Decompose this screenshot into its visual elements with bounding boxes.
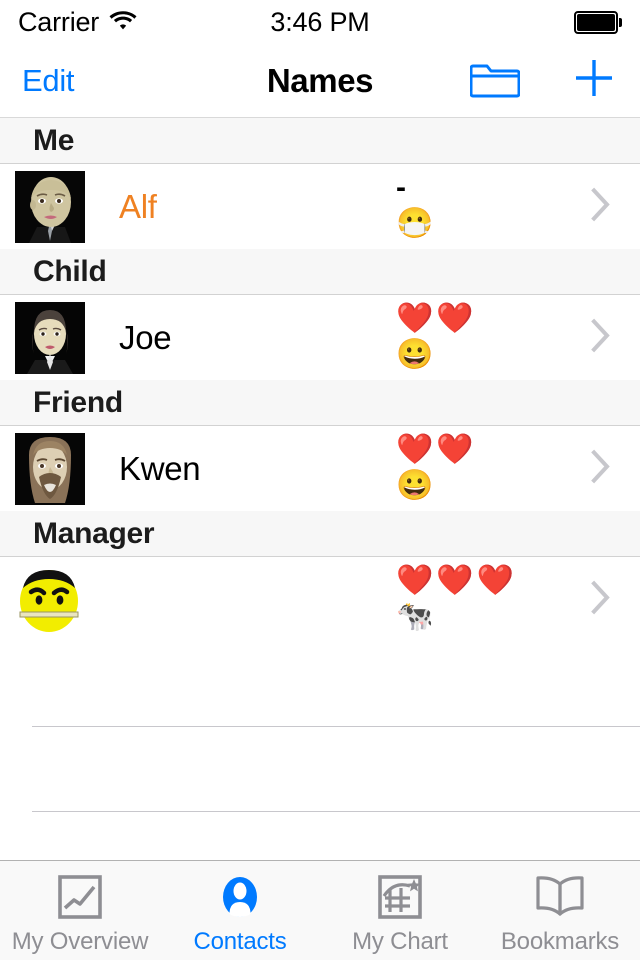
wifi-icon — [108, 9, 138, 36]
edit-button[interactable]: Edit — [22, 63, 75, 99]
contact-name: Alf — [119, 187, 157, 225]
avatar-photo-kwen — [15, 432, 85, 505]
section-header-manager: Manager — [0, 510, 640, 557]
heart-emoji: ❤️ — [476, 564, 515, 597]
empty-list-row — [0, 642, 640, 727]
chevron-right-icon — [590, 186, 612, 227]
section-title: Friend — [33, 385, 123, 419]
chart-overview-icon — [56, 872, 104, 922]
navigation-bar-actions — [469, 54, 618, 107]
app-screen: Carrier 3:46 PM Edit Names Me Alf - 😷 Ch… — [0, 0, 640, 960]
heart-emoji: ❤️ — [436, 564, 474, 597]
grinning-face-emoji: 😀 — [396, 469, 434, 502]
contact-row-alf[interactable]: Alf - 😷 — [0, 164, 640, 249]
contact-name: Kwen — [119, 449, 201, 487]
contact-indicators: ❤️ ❤️ ❤️ 🐄 — [396, 557, 514, 642]
grinning-face-emoji: 😀 — [396, 338, 434, 371]
section-title: Manager — [33, 516, 155, 550]
battery-full-icon — [574, 10, 622, 34]
tab-contacts[interactable]: Contacts — [160, 861, 320, 960]
contact-indicators: - 😷 — [396, 164, 433, 249]
section-title: Me — [33, 123, 75, 157]
tab-label: Contacts — [193, 927, 287, 955]
contact-row-manager[interactable]: ❤️ ❤️ ❤️ 🐄 — [0, 557, 640, 642]
section-header-me: Me — [0, 118, 640, 164]
carrier-label: Carrier — [18, 6, 100, 37]
chevron-right-icon — [590, 317, 612, 358]
my-chart-icon — [376, 872, 424, 922]
tab-bar: My Overview Contacts My Chart Bookmarks — [0, 860, 640, 960]
contact-name: Joe — [119, 318, 172, 356]
heart-emoji: ❤️ — [396, 564, 434, 597]
empty-list-row — [0, 727, 640, 812]
empty-list-row — [0, 812, 640, 860]
section-title: Child — [33, 254, 107, 288]
contact-row-kwen[interactable]: Kwen ❤️ ❤️ 😀 — [0, 426, 640, 511]
tab-bookmarks[interactable]: Bookmarks — [480, 861, 640, 960]
avatar-smiley-manager — [15, 564, 85, 636]
heart-rating: ❤️ ❤️ — [396, 302, 474, 336]
contacts-person-icon — [216, 872, 264, 922]
heart-emoji: ❤️ — [436, 302, 474, 335]
chevron-right-icon — [590, 579, 612, 620]
heart-emoji: ❤️ — [436, 433, 474, 466]
chevron-right-icon — [590, 448, 612, 489]
status-bar-right — [574, 10, 622, 34]
status-bar-left: Carrier — [18, 7, 138, 38]
navigation-bar: Edit Names — [0, 44, 640, 118]
cow-emoji: 🐄 — [396, 600, 434, 633]
tab-label: My Chart — [352, 927, 448, 955]
tab-my-overview[interactable]: My Overview — [0, 861, 160, 960]
section-header-friend: Friend — [0, 379, 640, 426]
folder-icon[interactable] — [469, 57, 521, 104]
contact-row-joe[interactable]: Joe ❤️ ❤️ 😀 — [0, 295, 640, 380]
heart-emoji: ❤️ — [396, 433, 434, 466]
avatar-photo-alf — [15, 170, 85, 243]
status-bar: Carrier 3:46 PM — [0, 0, 640, 44]
contacts-list[interactable]: Me Alf - 😷 Child Joe ❤️ ❤️ 😀 Friend Kwen… — [0, 118, 640, 860]
rating-dash: - — [396, 171, 406, 204]
plus-icon[interactable] — [570, 54, 618, 107]
avatar-photo-joe — [15, 301, 85, 374]
contact-indicators: ❤️ ❤️ 😀 — [396, 426, 474, 511]
contact-indicators: ❤️ ❤️ 😀 — [396, 295, 474, 380]
heart-rating: ❤️ ❤️ — [396, 433, 474, 467]
heart-emoji: ❤️ — [396, 302, 434, 335]
section-header-child: Child — [0, 248, 640, 295]
tab-my-chart[interactable]: My Chart — [320, 861, 480, 960]
book-bookmarks-icon — [534, 872, 586, 922]
face-with-medical-mask-emoji: 😷 — [396, 207, 434, 240]
heart-rating: ❤️ ❤️ ❤️ — [396, 564, 514, 598]
tab-label: Bookmarks — [500, 927, 620, 955]
tab-label: My Overview — [11, 927, 149, 955]
